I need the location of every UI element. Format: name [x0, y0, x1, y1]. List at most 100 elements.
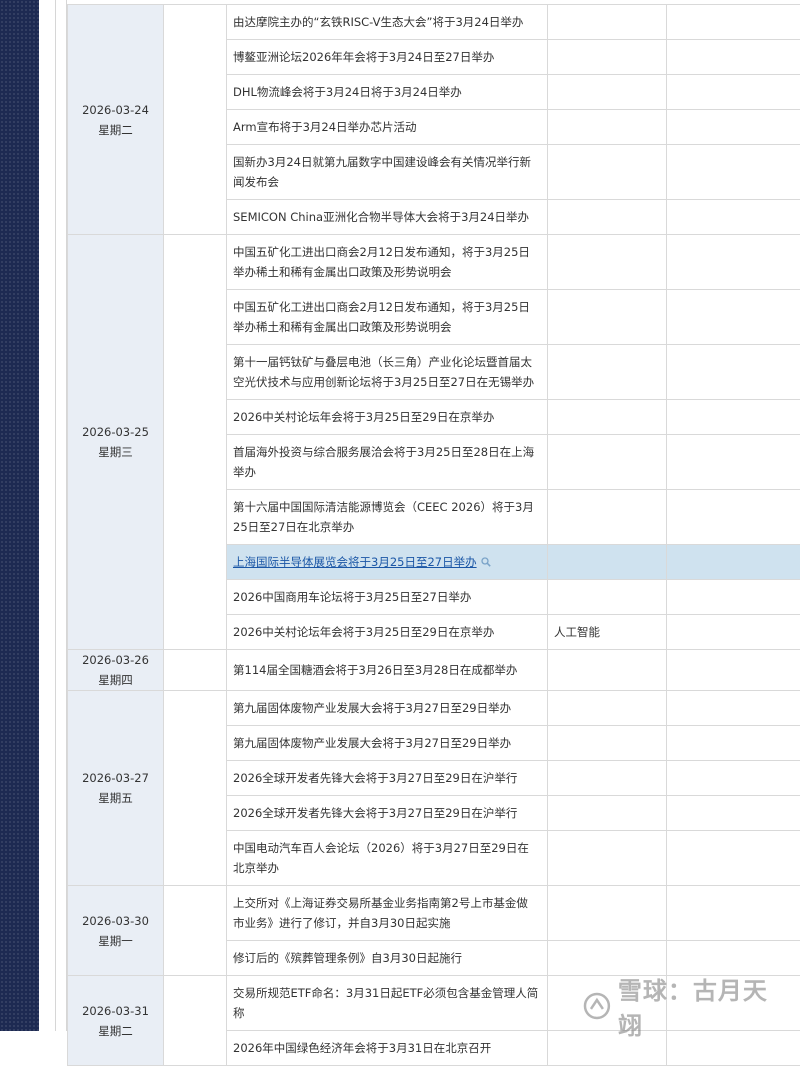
tag-cell [548, 580, 667, 615]
tag-cell [548, 40, 667, 75]
tag-cell [548, 490, 667, 545]
extra-cell [667, 5, 800, 40]
tag-cell [548, 345, 667, 400]
extra-cell [667, 615, 800, 650]
event-text: 第九届固体废物产业发展大会将于3月27日至29日举办 [233, 701, 511, 715]
date-cell: 2026-03-26星期四 [68, 650, 164, 691]
tag-cell [548, 110, 667, 145]
event-text: 首届海外投资与综合服务展洽会将于3月25日至28日在上海举办 [233, 445, 534, 479]
event-cell: 第十六届中国国际清洁能源博览会（CEEC 2026）将于3月25日至27日在北京… [227, 490, 548, 545]
event-cell: DHL物流峰会将于3月24日将于3月24日举办 [227, 75, 548, 110]
event-cell: 2026中国商用车论坛将于3月25日至27日举办 [227, 580, 548, 615]
tag-cell [548, 400, 667, 435]
event-cell: 2026中关村论坛年会将于3月25日至29日在京举办 [227, 400, 548, 435]
event-cell: 上交所对《上海证券交易所基金业务指南第2号上市基金做市业务》进行了修订，并自3月… [227, 886, 548, 941]
sidebar-gap [39, 0, 55, 1031]
event-cell: 第114届全国糖酒会将于3月26日至3月28日在成都举办 [227, 650, 548, 691]
event-cell: 第九届固体废物产业发展大会将于3月27日至29日举办 [227, 691, 548, 726]
extra-cell [667, 726, 800, 761]
date-label: 2026-03-31 [68, 1001, 163, 1021]
date-label: 2026-03-25 [68, 422, 163, 442]
date-cell: 2026-03-24星期二 [68, 5, 164, 235]
event-cell: 2026年中国绿色经济年会将于3月31日在北京召开 [227, 1031, 548, 1066]
event-row: 2026-03-26星期四 第114届全国糖酒会将于3月26日至3月28日在成都举… [68, 650, 800, 691]
event-cell: Arm宣布将于3月24日举办芯片活动 [227, 110, 548, 145]
tag-cell [548, 200, 667, 235]
extra-cell [667, 831, 800, 886]
tag-cell [548, 726, 667, 761]
extra-cell [667, 490, 800, 545]
empty-cell [164, 235, 227, 650]
event-cell: 首届海外投资与综合服务展洽会将于3月25日至28日在上海举办 [227, 435, 548, 490]
event-cell: 2026全球开发者先锋大会将于3月27日至29日在沪举行 [227, 796, 548, 831]
event-cell: 博鳌亚洲论坛2026年年会将于3月24日至27日举办 [227, 40, 548, 75]
date-label: 2026-03-27 [68, 768, 163, 788]
event-text: 上交所对《上海证券交易所基金业务指南第2号上市基金做市业务》进行了修订，并自3月… [233, 896, 528, 930]
event-text: SEMICON China亚洲化合物半导体大会将于3月24日举办 [233, 210, 529, 224]
tag-cell [548, 691, 667, 726]
event-text: 中国五矿化工进出口商会2月12日发布通知，将于3月25日举办稀土和稀有金属出口政… [233, 300, 530, 334]
date-label: 2026-03-30 [68, 911, 163, 931]
tag-cell [548, 435, 667, 490]
event-link[interactable]: 上海国际半导体展览会将于3月25日至27日举办 [233, 555, 477, 569]
event-row: 2026-03-27星期五第九届固体废物产业发展大会将于3月27日至29日举办 [68, 691, 800, 726]
extra-cell [667, 400, 800, 435]
event-link-cell[interactable]: 上海国际半导体展览会将于3月25日至27日举办 [227, 545, 548, 580]
tag-cell [548, 75, 667, 110]
event-cell: 交易所规范ETF命名：3月31日起ETF必须包含基金管理人简称 [227, 976, 548, 1031]
extra-cell [667, 580, 800, 615]
event-text: 2026中国商用车论坛将于3月25日至27日举办 [233, 590, 471, 604]
event-cell: 中国五矿化工进出口商会2月12日发布通知，将于3月25日举办稀土和稀有金属出口政… [227, 235, 548, 290]
weekday-label: 星期四 [68, 670, 163, 690]
event-text: 修订后的《殡葬管理条例》自3月30日起施行 [233, 951, 462, 965]
empty-cell [164, 5, 227, 235]
empty-cell [164, 886, 227, 976]
tag-cell [548, 545, 667, 580]
event-text: 博鳌亚洲论坛2026年年会将于3月24日至27日举办 [233, 50, 494, 64]
tag-cell [548, 761, 667, 796]
tag-cell [548, 145, 667, 200]
event-text: 中国电动汽车百人会论坛（2026）将于3月27日至29日在北京举办 [233, 841, 529, 875]
extra-cell [667, 345, 800, 400]
event-cell: 中国五矿化工进出口商会2月12日发布通知，将于3月25日举办稀土和稀有金属出口政… [227, 290, 548, 345]
date-cell: 2026-03-31星期二 [68, 976, 164, 1066]
event-text: 中国五矿化工进出口商会2月12日发布通知，将于3月25日举办稀土和稀有金属出口政… [233, 245, 530, 279]
event-cell: 由达摩院主办的“玄铁RISC-V生态大会”将于3月24日举办 [227, 5, 548, 40]
event-text: 由达摩院主办的“玄铁RISC-V生态大会”将于3月24日举办 [233, 15, 523, 29]
extra-cell [667, 145, 800, 200]
event-row: 2026-03-24星期二由达摩院主办的“玄铁RISC-V生态大会”将于3月24… [68, 5, 800, 40]
extra-cell [667, 110, 800, 145]
extra-cell [667, 40, 800, 75]
event-text: 2026中关村论坛年会将于3月25日至29日在京举办 [233, 625, 494, 639]
event-cell: 第九届固体废物产业发展大会将于3月27日至29日举办 [227, 726, 548, 761]
empty-cell [164, 976, 227, 1066]
tag-cell [548, 886, 667, 941]
extra-cell [667, 290, 800, 345]
event-cell: 国新办3月24日就第九届数字中国建设峰会有关情况举行新闻发布会 [227, 145, 548, 200]
xueqiu-logo-icon [582, 991, 612, 1021]
event-cell: 第十一届钙钛矿与叠层电池（长三角）产业化论坛暨首届太空光伏技术与应用创新论坛将于… [227, 345, 548, 400]
empty-cell [164, 650, 227, 691]
event-cell: SEMICON China亚洲化合物半导体大会将于3月24日举办 [227, 200, 548, 235]
event-text: 交易所规范ETF命名：3月31日起ETF必须包含基金管理人简称 [233, 986, 538, 1020]
event-cell: 中国电动汽车百人会论坛（2026）将于3月27日至29日在北京举办 [227, 831, 548, 886]
search-icon[interactable] [481, 557, 491, 567]
tag-cell: 人工智能 [548, 615, 667, 650]
event-text: 国新办3月24日就第九届数字中国建设峰会有关情况举行新闻发布会 [233, 155, 531, 189]
extra-cell [667, 75, 800, 110]
event-text: 2026中关村论坛年会将于3月25日至29日在京举办 [233, 410, 494, 424]
extra-cell [667, 235, 800, 290]
weekday-label: 星期二 [68, 120, 163, 140]
tag-cell [548, 831, 667, 886]
date-label: 2026-03-24 [68, 100, 163, 120]
tag-cell [548, 290, 667, 345]
event-row: 2026-03-25星期三中国五矿化工进出口商会2月12日发布通知，将于3月25… [68, 235, 800, 290]
event-text: 第十六届中国国际清洁能源博览会（CEEC 2026）将于3月25日至27日在北京… [233, 500, 534, 534]
extra-cell [667, 650, 800, 691]
tag-cell [548, 235, 667, 290]
event-text: 2026全球开发者先锋大会将于3月27日至29日在沪举行 [233, 806, 517, 820]
divider [55, 0, 56, 1031]
tag-cell [548, 5, 667, 40]
tag-cell [548, 650, 667, 691]
event-text: DHL物流峰会将于3月24日将于3月24日举办 [233, 85, 462, 99]
